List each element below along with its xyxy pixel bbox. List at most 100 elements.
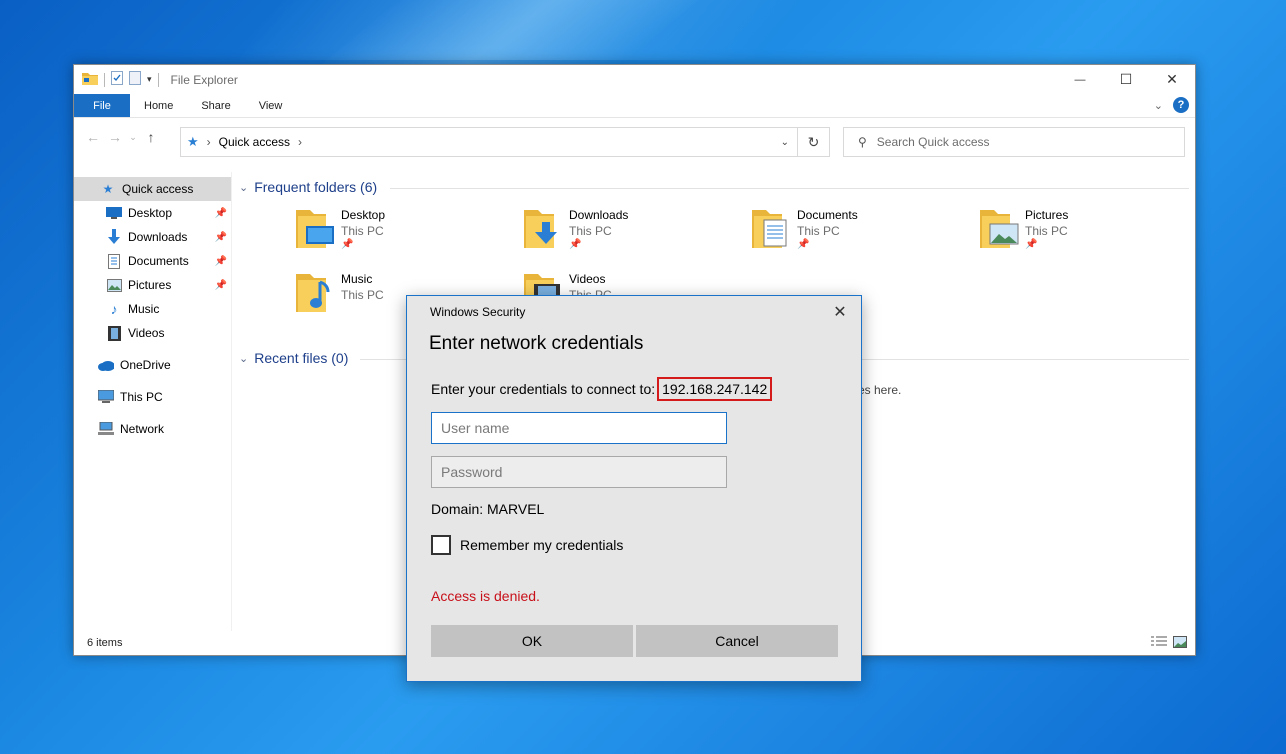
tab-home[interactable]: Home (130, 94, 187, 117)
sidebar-item-pictures[interactable]: Pictures 📌 (74, 273, 231, 297)
sidebar-item-label: OneDrive (120, 358, 171, 372)
expand-ribbon-icon[interactable]: ⌄ (1154, 99, 1163, 112)
close-button[interactable]: ✕ (1149, 65, 1195, 94)
pin-icon: 📌 (341, 239, 354, 250)
dialog-title: Windows Security (430, 305, 526, 319)
folder-location: This PC (797, 224, 840, 238)
item-count: 6 items (87, 637, 123, 649)
computer-icon (98, 389, 114, 405)
downloads-folder-icon (524, 210, 557, 248)
sidebar-item-label: Network (120, 422, 165, 436)
sidebar-item-network[interactable]: Network (74, 417, 231, 441)
sidebar-item-label: Music (128, 302, 160, 316)
remember-credentials-option[interactable]: Remember my credentials (431, 535, 623, 555)
recent-files-header[interactable]: ⌄ Recent files (0) (239, 350, 348, 366)
window-title: File Explorer (170, 72, 238, 87)
folder-name: Pictures (1025, 208, 1069, 222)
folder-name: Videos (569, 272, 606, 286)
desktop-icon (106, 205, 122, 221)
maximize-button[interactable]: ☐ (1103, 65, 1149, 94)
new-folder-icon[interactable] (129, 71, 141, 88)
breadcrumb[interactable]: Quick access (219, 135, 290, 149)
folder-name: Desktop (341, 208, 386, 222)
password-field[interactable] (431, 456, 727, 488)
credentials-prompt: Enter your credentials to connect to: 19… (431, 377, 773, 401)
refresh-button[interactable]: ↻ (798, 127, 830, 157)
cancel-button[interactable]: Cancel (636, 625, 838, 657)
remember-checkbox[interactable] (431, 535, 451, 555)
navigation-pane: ★ Quick access Desktop 📌 Downloads 📌 Doc… (74, 172, 232, 631)
pin-icon: 📌 (214, 207, 227, 219)
desktop-folder-icon (296, 210, 334, 248)
sidebar-item-downloads[interactable]: Downloads 📌 (74, 225, 231, 249)
minimize-button[interactable]: — (1057, 65, 1103, 94)
pictures-folder-icon (980, 210, 1019, 248)
sidebar-item-label: Pictures (128, 278, 172, 292)
help-button[interactable]: ? (1173, 97, 1189, 113)
sidebar-item-onedrive[interactable]: OneDrive (74, 353, 231, 377)
sidebar-item-quick-access[interactable]: ★ Quick access (74, 177, 231, 201)
address-row: ← → ⌄ ↑ ★ › Quick access › ⌄ ↻ ⚲ Search … (74, 118, 1195, 157)
username-field[interactable] (431, 412, 727, 444)
sidebar-item-videos[interactable]: Videos (74, 321, 231, 345)
folder-tile-downloads[interactable]: Downloads This PC 📌 (524, 206, 744, 256)
folder-location: This PC (341, 288, 384, 302)
target-address: 192.168.247.142 (657, 377, 773, 401)
documents-icon (106, 253, 122, 269)
sidebar-item-label: Quick access (122, 182, 194, 196)
details-view-icon[interactable] (1151, 636, 1167, 651)
folder-tile-pictures[interactable]: Pictures This PC 📌 (980, 206, 1200, 256)
remember-label: Remember my credentials (460, 537, 624, 553)
chevron-down-icon: ⌄ (239, 181, 249, 194)
tab-file[interactable]: File (74, 94, 130, 117)
folder-location: This PC (341, 224, 384, 238)
pin-icon: 📌 (214, 255, 227, 267)
sidebar-item-label: This PC (120, 390, 163, 404)
section-title: Frequent folders (6) (254, 179, 378, 195)
pin-icon: 📌 (1025, 239, 1038, 250)
folder-name: Documents (797, 208, 858, 222)
address-bar[interactable]: ★ › Quick access › ⌄ (180, 127, 798, 157)
breadcrumb-separator: › (206, 135, 211, 149)
sidebar-item-label: Videos (128, 326, 165, 340)
search-input[interactable]: ⚲ Search Quick access (843, 127, 1185, 157)
customize-toolbar-icon[interactable]: ▾ (147, 74, 152, 85)
tab-share[interactable]: Share (187, 94, 244, 117)
recent-locations-icon[interactable]: ⌄ (126, 132, 140, 143)
up-button[interactable]: ↑ (140, 129, 162, 145)
documents-folder-icon (752, 210, 787, 248)
properties-icon[interactable] (111, 71, 123, 88)
star-icon: ★ (102, 182, 114, 196)
sidebar-item-documents[interactable]: Documents 📌 (74, 249, 231, 273)
section-title: Recent files (0) (254, 350, 349, 366)
quick-access-toolbar: ▾ File Explorer (74, 71, 238, 88)
title-bar: ▾ File Explorer — ☐ ✕ (74, 65, 1195, 94)
divider (390, 188, 1189, 189)
pin-icon: 📌 (214, 279, 227, 291)
folder-name: Downloads (569, 208, 629, 222)
folder-name: Music (341, 272, 373, 286)
dialog-close-button[interactable]: ✕ (829, 302, 851, 322)
network-icon (98, 421, 114, 437)
tab-view[interactable]: View (245, 94, 297, 117)
error-message: Access is denied. (431, 588, 540, 604)
folder-icon (82, 71, 98, 88)
sidebar-item-this-pc[interactable]: This PC (74, 385, 231, 409)
folder-location: This PC (1025, 224, 1068, 238)
pin-icon: 📌 (214, 231, 227, 243)
back-button[interactable]: ← (82, 129, 104, 145)
folder-tile-documents[interactable]: Documents This PC 📌 (752, 206, 972, 256)
sidebar-item-music[interactable]: ♪ Music (74, 297, 231, 321)
frequent-folders-header[interactable]: ⌄ Frequent folders (6) (239, 179, 377, 195)
credentials-dialog: Windows Security ✕ Enter network credent… (406, 295, 862, 682)
star-icon: ★ (187, 134, 199, 149)
folder-tile-desktop[interactable]: Desktop This PC 📌 (296, 206, 516, 256)
recent-empty-message: es here. (858, 383, 902, 397)
large-icons-view-icon[interactable] (1173, 636, 1187, 651)
address-dropdown-icon[interactable]: ⌄ (781, 137, 789, 148)
music-icon: ♪ (110, 301, 118, 317)
ok-button[interactable]: OK (431, 625, 633, 657)
sidebar-item-desktop[interactable]: Desktop 📌 (74, 201, 231, 225)
prompt-text: Enter your credentials to connect to: (431, 381, 656, 397)
forward-button[interactable]: → (104, 129, 126, 145)
